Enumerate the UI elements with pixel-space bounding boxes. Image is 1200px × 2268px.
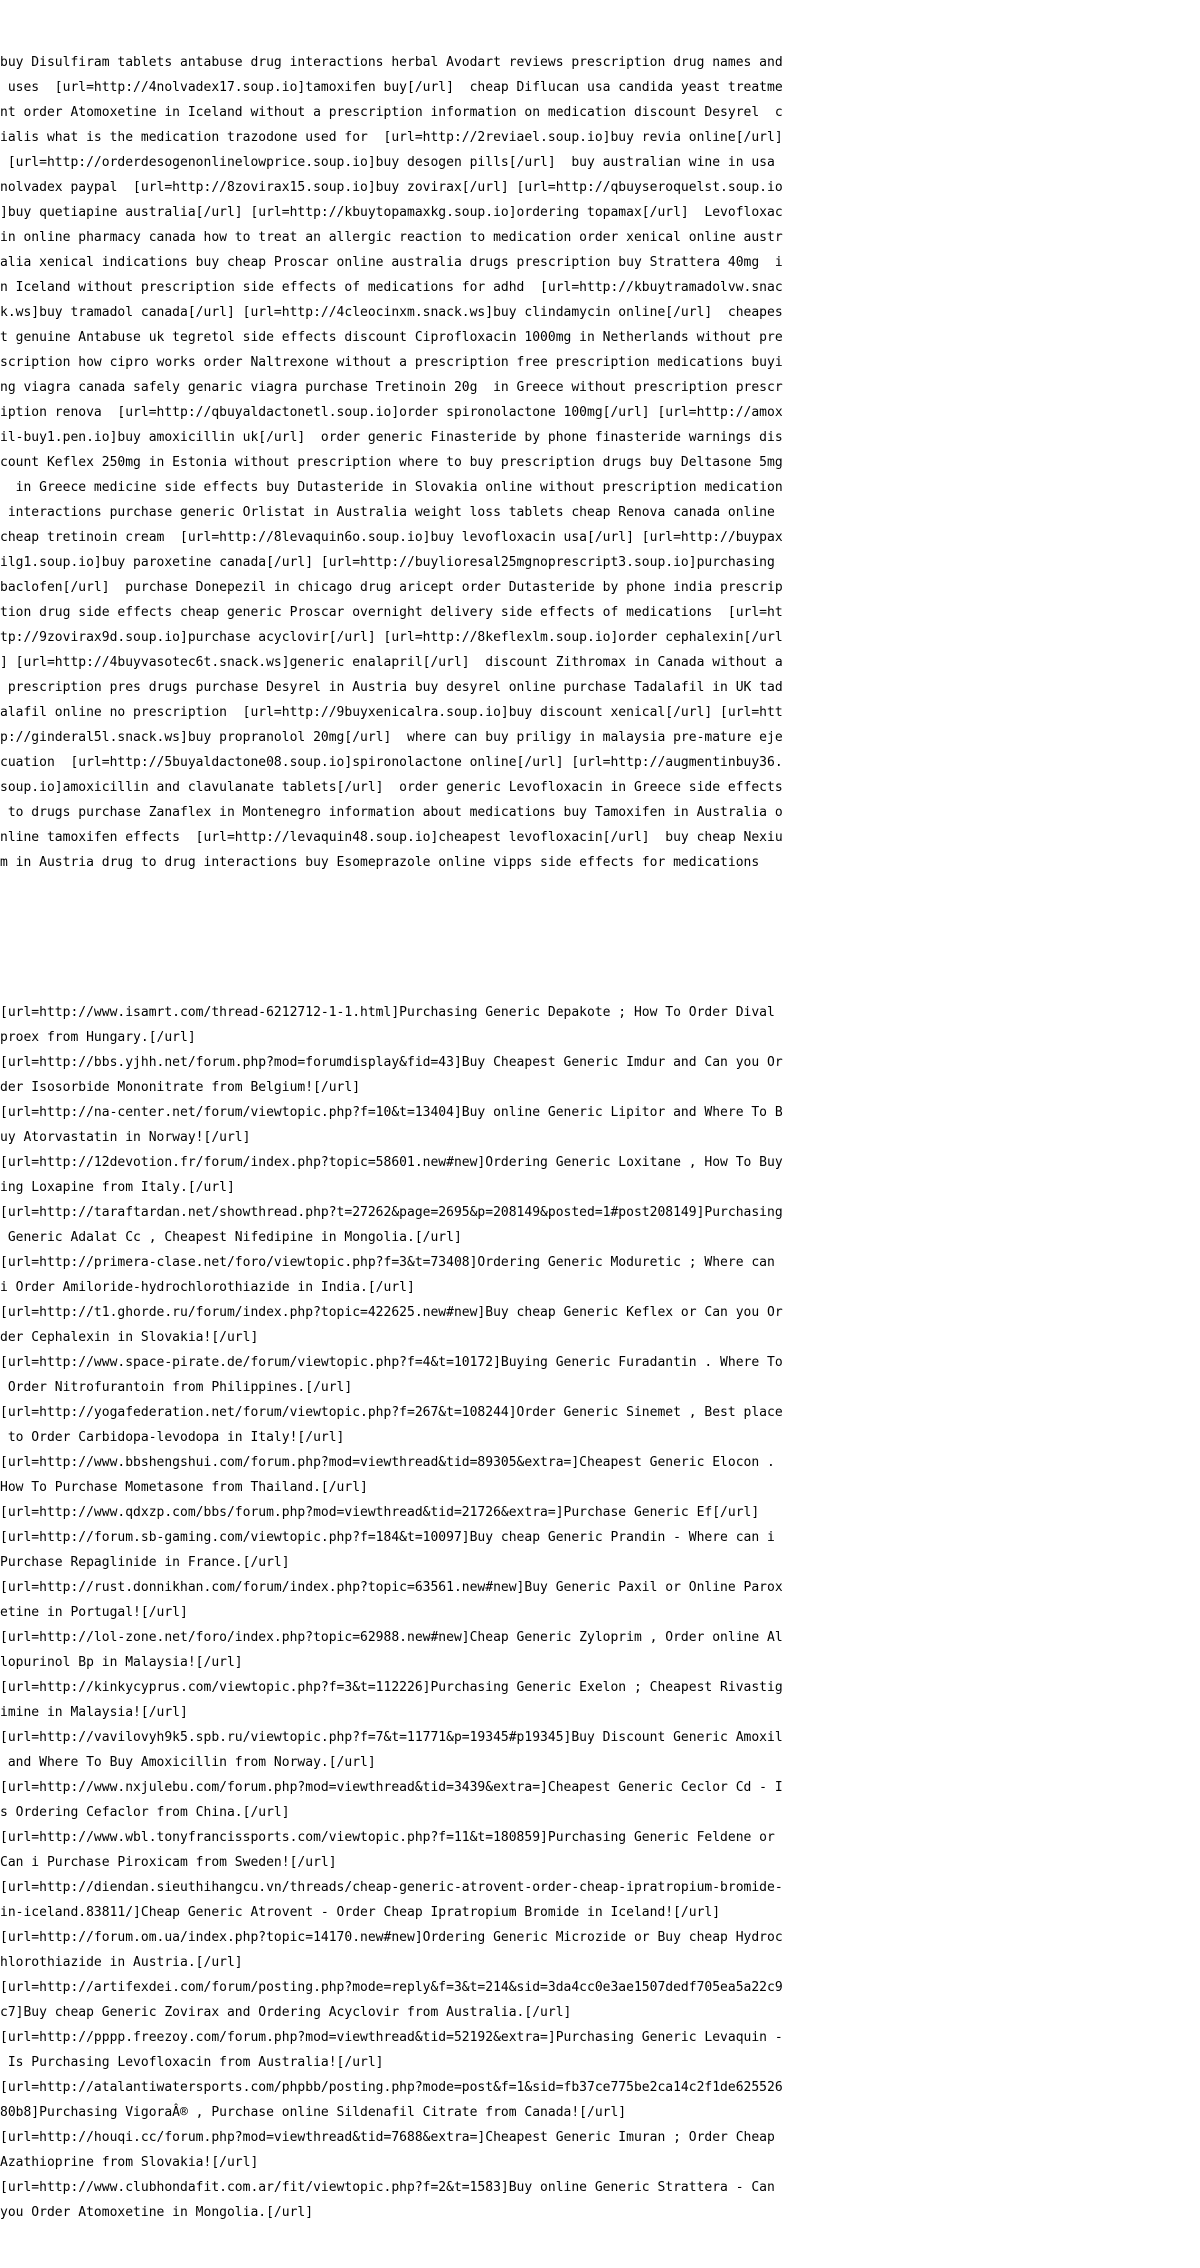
forum-link-line: Order Nitrofurantoin from Philippines.[/…: [0, 1380, 353, 1395]
paragraph-line: count Keflex 250mg in Estonia without pr…: [0, 455, 783, 470]
paragraph-line: uses [url=http://4nolvadex17.soup.io]tam…: [0, 80, 783, 95]
forum-link-line: [url=http://t1.ghorde.ru/forum/index.php…: [0, 1305, 783, 1320]
paragraph-line: to drugs purchase Zanaflex in Montenegro…: [0, 805, 783, 820]
forum-link-line: [url=http://www.bbshengshui.com/forum.ph…: [0, 1455, 775, 1470]
forum-link-line: Is Purchasing Levofloxacin from Australi…: [0, 2055, 384, 2070]
forum-link-line: Azathioprine from Slovakia![/url]: [0, 2155, 259, 2170]
forum-link-line: [url=http://primera-clase.net/foro/viewt…: [0, 1255, 775, 1270]
forum-link-line: Purchase Repaglinide in France.[/url]: [0, 1555, 290, 1570]
paragraph-line: ng viagra canada safely genaric viagra p…: [0, 380, 783, 395]
forum-link-line: [url=http://atalantiwatersports.com/phpb…: [0, 2080, 783, 2095]
paragraph-line: k.ws]buy tramadol canada[/url] [url=http…: [0, 305, 783, 320]
plain-text-document: buy Disulfiram tablets antabuse drug int…: [0, 0, 900, 2250]
forum-link-line: [url=http://www.isamrt.com/thread-621271…: [0, 1005, 775, 1020]
paragraph-line: nline tamoxifen effects [url=http://leva…: [0, 830, 783, 845]
forum-link-line: etine in Portugal![/url]: [0, 1605, 188, 1620]
forum-link-line: lopurinol Bp in Malaysia![/url]: [0, 1655, 243, 1670]
paragraph-line: nolvadex paypal [url=http://8zovirax15.s…: [0, 180, 783, 195]
forum-link-line: proex from Hungary.[/url]: [0, 1030, 196, 1045]
paragraph-line: alia xenical indications buy cheap Prosc…: [0, 255, 783, 270]
paragraph-line: prescription pres drugs purchase Desyrel…: [0, 680, 783, 695]
forum-link-line: s Ordering Cefaclor from China.[/url]: [0, 1805, 290, 1820]
paragraph-line: interactions purchase generic Orlistat i…: [0, 505, 783, 520]
spam-paragraph: buy Disulfiram tablets antabuse drug int…: [0, 50, 900, 875]
forum-link-line: [url=http://www.wbl.tonyfrancissports.co…: [0, 1830, 775, 1845]
forum-link-line: der Isosorbide Mononitrate from Belgium!…: [0, 1080, 361, 1095]
paragraph-line: ialis what is the medication trazodone u…: [0, 130, 783, 145]
forum-link-line: How To Purchase Mometasone from Thailand…: [0, 1480, 368, 1495]
forum-link-line: [url=http://www.clubhondafit.com.ar/fit/…: [0, 2180, 775, 2195]
forum-link-line: [url=http://diendan.sieuthihangcu.vn/thr…: [0, 1880, 783, 1895]
forum-link-line: uy Atorvastatin in Norway![/url]: [0, 1130, 251, 1145]
paragraph-line: n Iceland without prescription side effe…: [0, 280, 783, 295]
paragraph-line: ] [url=http://4buyvasotec6t.snack.ws]gen…: [0, 655, 783, 670]
forum-link-line: ing Loxapine from Italy.[/url]: [0, 1180, 235, 1195]
paragraph-line: cheap tretinoin cream [url=http://8levaq…: [0, 530, 783, 545]
paragraph-line: alafil online no prescription [url=http:…: [0, 705, 783, 720]
forum-link-line: [url=http://pppp.freezoy.com/forum.php?m…: [0, 2030, 783, 2045]
paragraph-line: ]buy quetiapine australia[/url] [url=htt…: [0, 205, 783, 220]
forum-link-line: you Order Atomoxetine in Mongolia.[/url]: [0, 2205, 314, 2220]
paragraph-line: cuation [url=http://5buyaldactone08.soup…: [0, 755, 783, 770]
paragraph-line: buy Disulfiram tablets antabuse drug int…: [0, 55, 783, 70]
forum-link-line: in-iceland.83811/]Cheap Generic Atrovent…: [0, 1905, 721, 1920]
paragraph-line: [url=http://orderdesogenonlinelowprice.s…: [0, 155, 783, 170]
forum-link-line: [url=http://na-center.net/forum/viewtopi…: [0, 1105, 783, 1120]
forum-link-line: [url=http://www.nxjulebu.com/forum.php?m…: [0, 1780, 783, 1795]
forum-link-line: and Where To Buy Amoxicillin from Norway…: [0, 1755, 376, 1770]
paragraph-line: soup.io]amoxicillin and clavulanate tabl…: [0, 780, 783, 795]
forum-link-line: Generic Adalat Cc , Cheapest Nifedipine …: [0, 1230, 462, 1245]
paragraph-line: baclofen[/url] purchase Donepezil in chi…: [0, 580, 783, 595]
forum-link-list: [url=http://www.isamrt.com/thread-621271…: [0, 1000, 900, 2225]
forum-link-line: [url=http://www.qdxzp.com/bbs/forum.php?…: [0, 1505, 760, 1520]
paragraph-line: il-buy1.pen.io]buy amoxicillin uk[/url] …: [0, 430, 783, 445]
paragraph-line: p://ginderal5l.snack.ws]buy propranolol …: [0, 730, 783, 745]
forum-link-line: [url=http://artifexdei.com/forum/posting…: [0, 1980, 783, 1995]
forum-link-line: [url=http://www.space-pirate.de/forum/vi…: [0, 1355, 783, 1370]
paragraph-line: tp://9zovirax9d.soup.io]purchase acyclov…: [0, 630, 783, 645]
forum-link-line: c7]Buy cheap Generic Zovirax and Orderin…: [0, 2005, 572, 2020]
forum-link-line: [url=http://kinkycyprus.com/viewtopic.ph…: [0, 1680, 783, 1695]
forum-link-line: imine in Malaysia![/url]: [0, 1705, 188, 1720]
forum-link-line: [url=http://taraftardan.net/showthread.p…: [0, 1205, 783, 1220]
forum-link-line: [url=http://yogafederation.net/forum/vie…: [0, 1405, 783, 1420]
paragraph-line: m in Austria drug to drug interactions b…: [0, 855, 760, 870]
forum-link-line: [url=http://rust.donnikhan.com/forum/ind…: [0, 1580, 783, 1595]
forum-link-line: to Order Carbidopa-levodopa in Italy![/u…: [0, 1430, 345, 1445]
forum-link-line: Can i Purchase Piroxicam from Sweden![/u…: [0, 1855, 337, 1870]
paragraph-line: iption renova [url=http://qbuyaldactonet…: [0, 405, 783, 420]
paragraph-line: nt order Atomoxetine in Iceland without …: [0, 105, 783, 120]
paragraph-line: scription how cipro works order Naltrexo…: [0, 355, 783, 370]
paragraph-line: tion drug side effects cheap generic Pro…: [0, 605, 783, 620]
forum-link-line: [url=http://12devotion.fr/forum/index.ph…: [0, 1155, 783, 1170]
paragraph-line: t genuine Antabuse uk tegretol side effe…: [0, 330, 783, 345]
forum-link-line: [url=http://vavilovyh9k5.spb.ru/viewtopi…: [0, 1730, 783, 1745]
forum-link-line: [url=http://forum.om.ua/index.php?topic=…: [0, 1930, 783, 1945]
paragraph-line: in online pharmacy canada how to treat a…: [0, 230, 783, 245]
forum-link-line: der Cephalexin in Slovakia![/url]: [0, 1330, 259, 1345]
forum-link-line: [url=http://lol-zone.net/foro/index.php?…: [0, 1630, 783, 1645]
forum-link-line: [url=http://houqi.cc/forum.php?mod=viewt…: [0, 2130, 775, 2145]
forum-link-line: [url=http://bbs.yjhh.net/forum.php?mod=f…: [0, 1055, 783, 1070]
forum-link-line: hlorothiazide in Austria.[/url]: [0, 1955, 243, 1970]
forum-link-line: 80b8]Purchasing VigoraÂ® , Purchase onli…: [0, 2105, 627, 2120]
paragraph-line: ilg1.soup.io]buy paroxetine canada[/url]…: [0, 555, 783, 570]
paragraph-line: in Greece medicine side effects buy Duta…: [0, 480, 783, 495]
forum-link-line: [url=http://forum.sb-gaming.com/viewtopi…: [0, 1530, 775, 1545]
forum-link-line: i Order Amiloride-hydrochlorothiazide in…: [0, 1280, 415, 1295]
